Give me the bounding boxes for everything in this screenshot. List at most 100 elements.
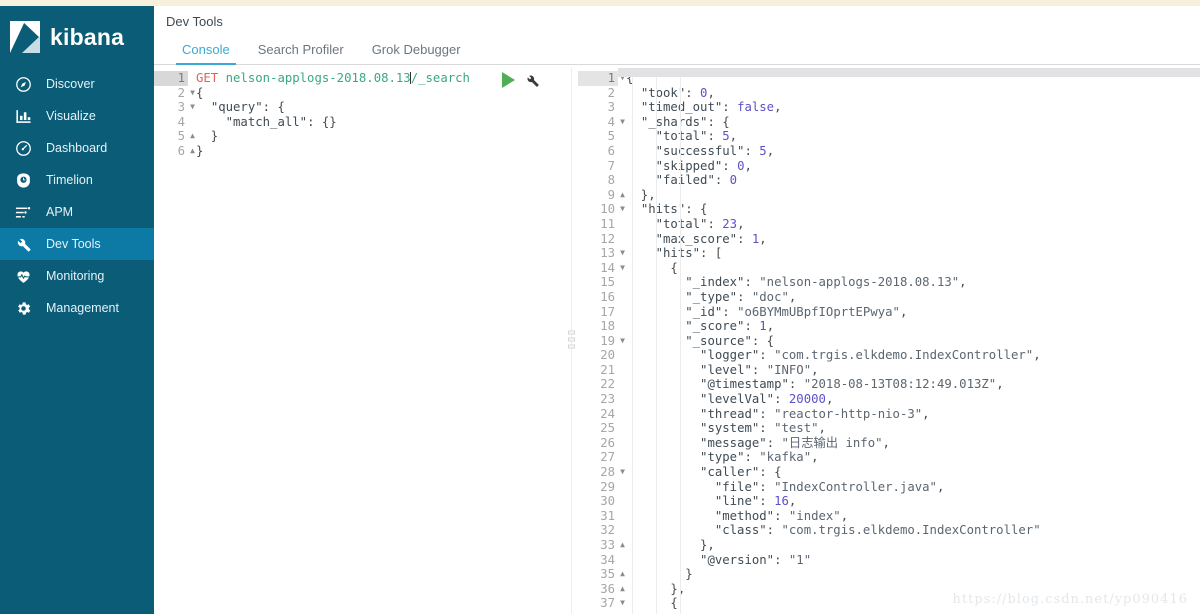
response-code-line[interactable]: "total": 23, bbox=[618, 217, 1200, 232]
response-code-line[interactable]: "logger": "com.trgis.elkdemo.IndexContro… bbox=[618, 348, 1200, 363]
response-line-number[interactable]: 35 ▲ bbox=[578, 567, 625, 582]
request-gutter[interactable]: 1 2 ▼ 3 ▼ 4 5 ▲ 6 ▲ bbox=[154, 68, 195, 614]
response-code-line[interactable]: } bbox=[618, 567, 1200, 582]
response-code-line[interactable]: "caller": { bbox=[618, 465, 1200, 480]
response-code-line[interactable]: "method": "index", bbox=[618, 509, 1200, 524]
response-line-number[interactable]: 1 ▼ bbox=[578, 71, 625, 86]
response-line-number[interactable]: 11 bbox=[578, 217, 618, 232]
response-line-number[interactable]: 21 bbox=[578, 363, 618, 378]
response-line-number[interactable]: 5 bbox=[578, 129, 618, 144]
response-line-number[interactable]: 36 ▲ bbox=[578, 582, 625, 597]
request-code-line[interactable]: } bbox=[188, 144, 566, 159]
wrench-icon[interactable] bbox=[525, 73, 540, 88]
response-code-line[interactable]: "level": "INFO", bbox=[618, 363, 1200, 378]
response-line-number[interactable]: 37 ▼ bbox=[578, 596, 625, 611]
request-line-number[interactable]: 1 bbox=[154, 71, 188, 86]
response-code[interactable]: { "took": 0, "timed_out": false, "_shard… bbox=[618, 68, 1200, 614]
sidebar-item-dev-tools[interactable]: Dev Tools bbox=[0, 228, 154, 260]
response-line-number[interactable]: 29 bbox=[578, 480, 618, 495]
response-code-line[interactable]: "_index": "nelson-applogs-2018.08.13", bbox=[618, 275, 1200, 290]
request-code-line[interactable]: "match_all": {} bbox=[188, 115, 566, 130]
response-code-line[interactable]: "_source": { bbox=[618, 334, 1200, 349]
request-line-number[interactable]: 5 ▲ bbox=[154, 129, 195, 144]
request-code-line[interactable]: "query": { bbox=[188, 100, 566, 115]
response-line-number[interactable]: 18 bbox=[578, 319, 618, 334]
response-line-number[interactable]: 23 bbox=[578, 392, 618, 407]
response-code-line[interactable]: "line": 16, bbox=[618, 494, 1200, 509]
response-code-line[interactable]: }, bbox=[618, 188, 1200, 203]
request-code-line[interactable]: } bbox=[188, 129, 566, 144]
response-line-number[interactable]: 10 ▼ bbox=[578, 202, 625, 217]
response-code-line[interactable]: "_id": "o6BYMmUBpfIOprtEPwya", bbox=[618, 305, 1200, 320]
response-code-line[interactable]: "system": "test", bbox=[618, 421, 1200, 436]
sidebar-item-monitoring[interactable]: Monitoring bbox=[0, 260, 154, 292]
request-editor-pane[interactable]: 1 2 ▼ 3 ▼ 4 5 ▲ 6 ▲ GET nelson-applogs-2018.08.13… bbox=[154, 68, 566, 614]
response-code-line[interactable]: "took": 0, bbox=[618, 86, 1200, 101]
request-code[interactable]: GET nelson-applogs-2018.08.13/_search { "… bbox=[188, 68, 566, 614]
response-code-line[interactable]: }, bbox=[618, 538, 1200, 553]
response-line-number[interactable]: 7 bbox=[578, 159, 618, 174]
request-line-number[interactable]: 2 ▼ bbox=[154, 86, 195, 101]
tab-search-profiler[interactable]: Search Profiler bbox=[244, 42, 358, 64]
response-code-line[interactable]: "class": "com.trgis.elkdemo.IndexControl… bbox=[618, 523, 1200, 538]
response-code-line[interactable]: { bbox=[618, 261, 1200, 276]
tab-console[interactable]: Console bbox=[168, 42, 244, 65]
response-line-number[interactable]: 26 bbox=[578, 436, 618, 451]
response-code-line[interactable]: "hits": { bbox=[618, 202, 1200, 217]
response-code-line[interactable]: "successful": 5, bbox=[618, 144, 1200, 159]
response-line-number[interactable]: 17 bbox=[578, 305, 618, 320]
response-code-line[interactable]: "thread": "reactor-http-nio-3", bbox=[618, 407, 1200, 422]
response-line-number[interactable]: 25 bbox=[578, 421, 618, 436]
response-code-line[interactable]: "type": "kafka", bbox=[618, 450, 1200, 465]
response-code-line[interactable]: "_shards": { bbox=[618, 115, 1200, 130]
response-line-number[interactable]: 27 bbox=[578, 450, 618, 465]
response-code-line[interactable]: "hits": [ bbox=[618, 246, 1200, 261]
sidebar-item-dashboard[interactable]: Dashboard bbox=[0, 132, 154, 164]
response-line-number[interactable]: 30 bbox=[578, 494, 618, 509]
response-line-number[interactable]: 2 bbox=[578, 86, 618, 101]
response-line-number[interactable]: 6 bbox=[578, 144, 618, 159]
response-line-number[interactable]: 13 ▼ bbox=[578, 246, 625, 261]
request-line-number[interactable]: 4 bbox=[154, 115, 188, 130]
sidebar-item-apm[interactable]: APM bbox=[0, 196, 154, 228]
response-line-number[interactable]: 34 bbox=[578, 553, 618, 568]
response-editor[interactable]: 1 ▼ 2 3 4 ▼ 5 6 7 8 9 ▲ 10 ▼ 11 12 13 ▼ 14 ▼ 15 16 17 18 19 ▼ 20 21… bbox=[578, 68, 1200, 614]
response-gutter[interactable]: 1 ▼ 2 3 4 ▼ 5 6 7 8 9 ▲ 10 ▼ 11 12 13 ▼ 14 ▼ 15 16 17 18 19 ▼ 20 21… bbox=[578, 68, 625, 614]
response-code-line[interactable]: "@version": "1" bbox=[618, 553, 1200, 568]
sidebar-item-timelion[interactable]: Timelion bbox=[0, 164, 154, 196]
pane-splitter[interactable] bbox=[566, 68, 578, 614]
response-code-line[interactable]: "total": 5, bbox=[618, 129, 1200, 144]
response-line-number[interactable]: 8 bbox=[578, 173, 618, 188]
response-line-number[interactable]: 9 ▲ bbox=[578, 188, 625, 203]
response-line-number[interactable]: 31 bbox=[578, 509, 618, 524]
response-code-line[interactable]: "file": "IndexController.java", bbox=[618, 480, 1200, 495]
request-editor[interactable]: 1 2 ▼ 3 ▼ 4 5 ▲ 6 ▲ GET nelson-applogs-2018.08.13… bbox=[154, 68, 566, 614]
sidebar-item-discover[interactable]: Discover bbox=[0, 68, 154, 100]
response-code-line[interactable]: "skipped": 0, bbox=[618, 159, 1200, 174]
splitter-grip-icon[interactable] bbox=[568, 330, 576, 352]
response-code-line[interactable]: "_score": 1, bbox=[618, 319, 1200, 334]
response-code-line[interactable]: "failed": 0 bbox=[618, 173, 1200, 188]
response-line-number[interactable]: 3 bbox=[578, 100, 618, 115]
response-line-number[interactable]: 14 ▼ bbox=[578, 261, 625, 276]
response-code-line[interactable]: "@timestamp": "2018-08-13T08:12:49.013Z"… bbox=[618, 377, 1200, 392]
kibana-logo[interactable]: kibana bbox=[0, 6, 154, 68]
request-line-number[interactable]: 6 ▲ bbox=[154, 144, 195, 159]
response-code-line[interactable]: "timed_out": false, bbox=[618, 100, 1200, 115]
response-line-number[interactable]: 33 ▲ bbox=[578, 538, 625, 553]
sidebar-item-management[interactable]: Management bbox=[0, 292, 154, 324]
response-code-line[interactable]: "max_score": 1, bbox=[618, 232, 1200, 247]
response-line-number[interactable]: 20 bbox=[578, 348, 618, 363]
response-code-line[interactable]: "_type": "doc", bbox=[618, 290, 1200, 305]
response-line-number[interactable]: 19 ▼ bbox=[578, 334, 625, 349]
response-line-number[interactable]: 22 bbox=[578, 377, 618, 392]
sidebar-item-visualize[interactable]: Visualize bbox=[0, 100, 154, 132]
send-request-play-icon[interactable] bbox=[502, 72, 515, 88]
response-editor-pane[interactable]: 1 ▼ 2 3 4 ▼ 5 6 7 8 9 ▲ 10 ▼ 11 12 13 ▼ 14 ▼ 15 16 17 18 19 ▼ 20 21… bbox=[578, 68, 1200, 614]
response-line-number[interactable]: 24 bbox=[578, 407, 618, 422]
response-line-number[interactable]: 4 ▼ bbox=[578, 115, 625, 130]
response-line-number[interactable]: 12 bbox=[578, 232, 618, 247]
response-code-line[interactable]: "levelVal": 20000, bbox=[618, 392, 1200, 407]
response-line-number[interactable]: 15 bbox=[578, 275, 618, 290]
tab-grok-debugger[interactable]: Grok Debugger bbox=[358, 42, 475, 64]
